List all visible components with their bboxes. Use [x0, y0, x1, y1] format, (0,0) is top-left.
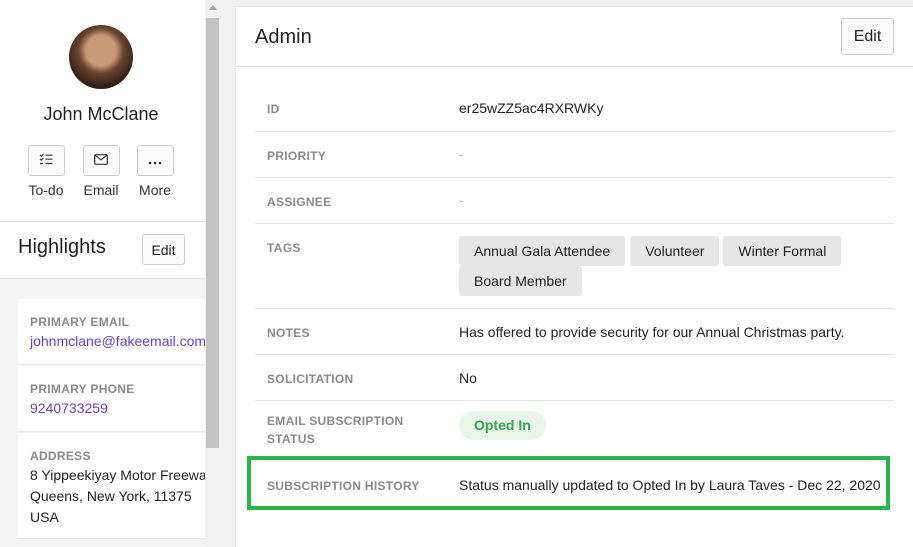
- more-label: More: [139, 182, 171, 198]
- highlights-edit-button[interactable]: Edit: [142, 234, 185, 265]
- admin-header: Admin Edit: [236, 7, 913, 67]
- priority-row: PRIORITY -: [255, 132, 894, 178]
- notes-label: NOTES: [267, 326, 310, 340]
- primary-email-link[interactable]: johnmclane@fakeemail.com: [30, 333, 205, 349]
- tag[interactable]: Volunteer: [630, 236, 720, 266]
- todo-label: To-do: [28, 182, 64, 198]
- highlights-title: Highlights: [18, 236, 106, 258]
- solicitation-row: SOLICITATION No: [255, 355, 894, 401]
- priority-label: PRIORITY: [267, 149, 327, 163]
- ellipsis-icon: [148, 153, 162, 168]
- highlights-panel: PRIMARY EMAIL johnmclane@fakeemail.com P…: [0, 278, 205, 547]
- solicitation-label: SOLICITATION: [267, 372, 354, 386]
- assignee-value: -: [459, 192, 464, 208]
- address-line-3: USA: [30, 509, 59, 525]
- address-line-2: Queens, New York, 11375: [30, 488, 192, 504]
- primary-email-label: PRIMARY EMAIL: [30, 315, 130, 329]
- tag[interactable]: Annual Gala Attendee: [459, 236, 626, 266]
- divider: [0, 221, 205, 222]
- email-subscription-label-line2: STATUS: [267, 432, 316, 446]
- admin-title: Admin: [255, 26, 312, 48]
- email-button[interactable]: [82, 145, 120, 176]
- address-line-1: 8 Yippeekiyay Motor Freeway: [30, 467, 205, 483]
- sidebar-scrollbar[interactable]: [205, 0, 220, 547]
- tag[interactable]: Board Member: [459, 266, 582, 296]
- tags-label: TAGS: [267, 241, 301, 255]
- assignee-row: ASSIGNEE -: [255, 178, 894, 224]
- address-card: ADDRESS 8 Yippeekiyay Motor Freeway Quee…: [18, 433, 205, 539]
- solicitation-value: No: [459, 370, 477, 386]
- email-subscription-label: EMAIL SUBSCRIPTION STATUS: [267, 412, 404, 448]
- notes-row: NOTES Has offered to provide security fo…: [255, 309, 894, 355]
- tags-row: TAGS Annual Gala Attendee Volunteer Winter…: [255, 224, 894, 309]
- id-value: er25wZZ5ac4RXRWKy: [459, 100, 604, 116]
- email-subscription-label-line1: EMAIL SUBSCRIPTION: [267, 414, 404, 428]
- admin-edit-button[interactable]: Edit: [841, 18, 894, 55]
- primary-email-card: PRIMARY EMAIL johnmclane@fakeemail.com: [18, 299, 205, 365]
- primary-phone-link[interactable]: 9240733259: [30, 400, 108, 416]
- opted-in-badge: Opted In: [459, 411, 546, 440]
- email-subscription-row: EMAIL SUBSCRIPTION STATUS Opted In: [255, 401, 894, 460]
- notes-value: Has offered to provide security for our …: [459, 324, 845, 340]
- todo-action[interactable]: To-do: [16, 145, 76, 198]
- primary-phone-label: PRIMARY PHONE: [30, 382, 135, 396]
- tag[interactable]: Winter Formal: [723, 236, 842, 266]
- contact-name: John McClane: [43, 104, 159, 124]
- scrollbar-thumb[interactable]: [206, 18, 219, 448]
- contact-sidebar: John McClane To-do Email More Highlights…: [0, 0, 205, 547]
- email-action[interactable]: Email: [71, 145, 131, 198]
- tags-list: Annual Gala Attendee Volunteer Winter Form…: [459, 236, 879, 296]
- assignee-label: ASSIGNEE: [267, 195, 332, 209]
- envelope-icon: [94, 153, 108, 168]
- email-label: Email: [83, 182, 119, 198]
- more-action[interactable]: More: [125, 145, 185, 198]
- scroll-up-arrow-icon[interactable]: [209, 5, 217, 10]
- priority-value: -: [459, 146, 464, 162]
- address-label: ADDRESS: [30, 449, 91, 463]
- id-label: ID: [267, 102, 280, 116]
- todo-button[interactable]: [27, 145, 65, 176]
- avatar[interactable]: [69, 25, 133, 89]
- more-button[interactable]: [136, 145, 174, 176]
- id-row: ID er25wZZ5ac4RXRWKy: [255, 85, 894, 132]
- todo-list-icon: [39, 153, 53, 168]
- subscription-history-highlight: [247, 456, 890, 510]
- primary-phone-card: PRIMARY PHONE 9240733259: [18, 366, 205, 432]
